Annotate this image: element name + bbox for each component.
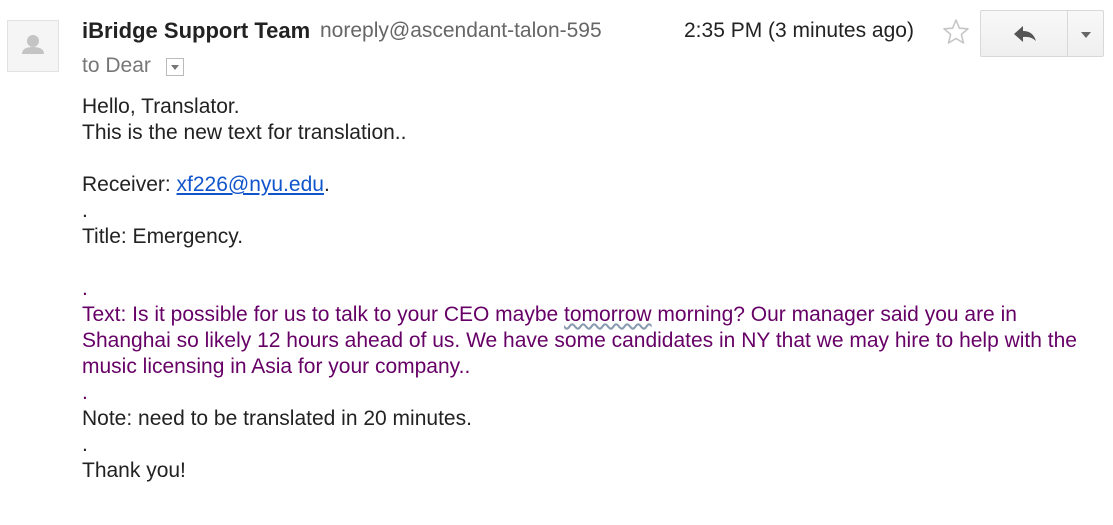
text-part-1: Text: Is it possible for us to talk to y… [82, 303, 565, 326]
note-line: Note: need to be translated in 20 minute… [82, 407, 472, 430]
sender-email[interactable]: noreply@ascendant-talon-595 [320, 19, 622, 43]
separator-dot: . [82, 433, 88, 456]
message-timestamp: 2:35 PM (3 minutes ago) [684, 19, 914, 42]
sender-avatar [7, 20, 59, 72]
reply-button[interactable] [981, 11, 1067, 56]
recipients-label: to Dear [82, 54, 151, 77]
separator-dot: . [82, 277, 88, 300]
receiver-line: Receiver: xf226@nyu.edu. [82, 172, 1092, 198]
more-options-button[interactable] [1068, 11, 1103, 56]
closing-line: Thank you! [82, 459, 186, 482]
greeting-line: Hello, Translator. [82, 95, 240, 118]
dropdown-arrow-icon [171, 65, 179, 70]
intro-line: This is the new text for translation.. [82, 121, 407, 144]
misspelled-word: tomorrow [564, 303, 652, 326]
receiver-label: Receiver: [82, 173, 177, 196]
message-body: Hello, Translator. This is the new text … [82, 94, 1092, 484]
chevron-down-icon [1081, 32, 1091, 38]
reply-arrow-icon [1014, 26, 1036, 42]
recipient-details-toggle[interactable] [166, 58, 184, 76]
receiver-email-link[interactable]: xf226@nyu.edu [177, 173, 324, 196]
default-user-avatar-icon [22, 35, 44, 54]
separator-dot: . [82, 381, 88, 404]
reply-button-group [980, 10, 1104, 57]
text-paragraph: Text: Is it possible for us to talk to y… [82, 302, 1092, 380]
star-icon[interactable] [942, 18, 970, 46]
sender-name[interactable]: iBridge Support Team [82, 18, 310, 44]
message-header: iBridge Support Team noreply@ascendant-t… [82, 10, 1113, 78]
separator-dot: . [82, 199, 88, 222]
receiver-suffix: . [323, 173, 330, 196]
title-line: Title: Emergency. [82, 225, 244, 248]
